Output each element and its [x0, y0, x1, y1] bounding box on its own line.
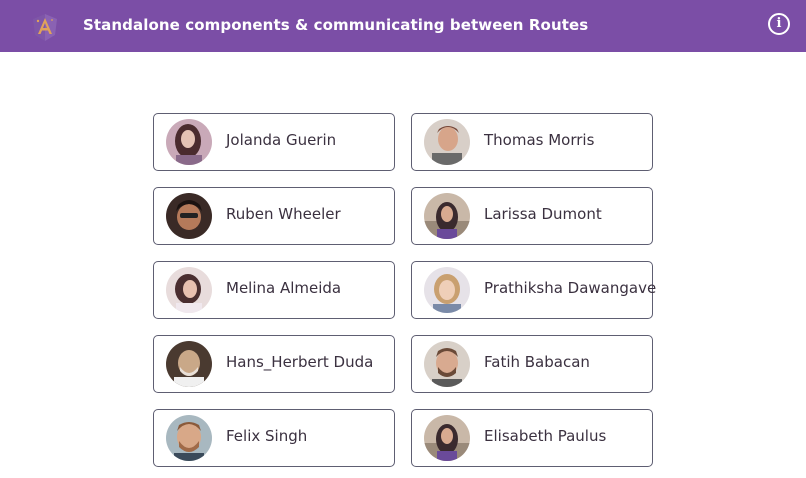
page-title: Standalone components & communicating be… [83, 16, 589, 34]
person-name: Hans_Herbert Duda [226, 353, 374, 371]
avatar [166, 267, 212, 313]
info-icon[interactable]: i [768, 13, 790, 35]
person-name: Ruben Wheeler [226, 205, 341, 223]
person-name: Jolanda Guerin [226, 131, 337, 149]
avatar [424, 415, 470, 461]
person-card[interactable]: Melina Almeida [153, 261, 395, 319]
angular-logo-icon[interactable] [30, 12, 60, 42]
person-card[interactable]: Jolanda Guerin [153, 113, 395, 171]
person-card[interactable]: Fatih Babacan [411, 335, 653, 393]
avatar [424, 119, 470, 165]
person-card[interactable]: Ruben Wheeler [153, 187, 395, 245]
avatar [166, 415, 212, 461]
person-card[interactable]: Thomas Morris [411, 113, 653, 171]
avatar [166, 193, 212, 239]
person-name: Prathiksha Dawangave [484, 279, 657, 297]
person-name: Thomas Morris [484, 131, 595, 149]
person-name: Melina Almeida [226, 279, 342, 297]
person-card[interactable]: Elisabeth Paulus [411, 409, 653, 467]
person-card[interactable]: Hans_Herbert Duda [153, 335, 395, 393]
avatar [424, 341, 470, 387]
avatar [424, 267, 470, 313]
avatar [424, 193, 470, 239]
person-card[interactable]: Larissa Dumont [411, 187, 653, 245]
person-name: Fatih Babacan [484, 353, 590, 371]
app-toolbar: Standalone components & communicating be… [0, 0, 806, 52]
avatar [166, 119, 212, 165]
person-card[interactable]: Prathiksha Dawangave [411, 261, 657, 319]
person-card[interactable]: Felix Singh [153, 409, 395, 467]
avatar [166, 341, 212, 387]
person-name: Larissa Dumont [484, 205, 602, 223]
person-name: Elisabeth Paulus [484, 427, 607, 445]
person-name: Felix Singh [226, 427, 308, 445]
people-grid: Jolanda Guerin Thomas Morris Ruben Wheel… [153, 113, 657, 467]
